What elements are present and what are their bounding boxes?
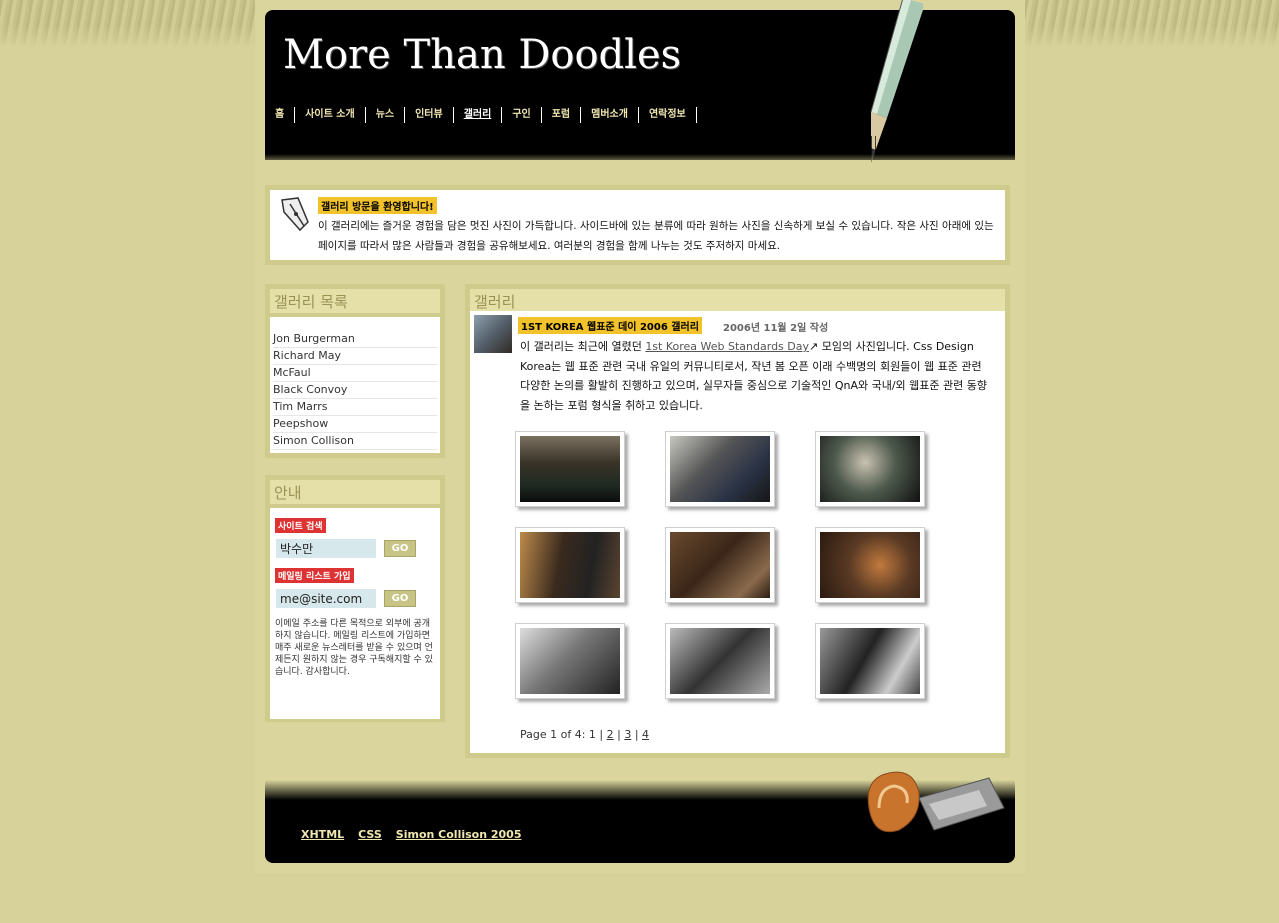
post-title: 1ST KOREA 웹표준 데이 2006 갤러리 xyxy=(518,317,702,334)
gallery-list-item[interactable]: Jon Burgerman xyxy=(273,331,437,348)
avatar xyxy=(474,315,512,353)
intro-text: 이 갤러리에는 즐거운 경험을 담은 멋진 사진이 가득합니다. 사이드바에 있… xyxy=(318,220,994,252)
page-link-3[interactable]: 3 xyxy=(624,728,631,741)
footer-link-xhtml[interactable]: XHTML xyxy=(301,828,344,841)
nav-item-forum[interactable]: 포럼 xyxy=(542,107,582,123)
nav-item-home[interactable]: 홈 xyxy=(273,107,296,123)
pen-nib-icon xyxy=(281,197,309,232)
nav-item-gallery[interactable]: 갤러리 xyxy=(454,107,503,123)
gallery-list-box: 갤러리 목록 Jon Burgerman Richard May McFaul … xyxy=(265,284,445,458)
photo-thumbnail[interactable] xyxy=(515,623,625,699)
info-body: 사이트 검색 GO 메일링 리스트 가입 GO 이메일 주소를 다른 목적으로 … xyxy=(270,508,440,719)
pagination: Page 1 of 4: 1 | 2 | 3 | 4 xyxy=(520,728,650,741)
photo-thumbnail[interactable] xyxy=(515,527,625,603)
pager-text: Page 1 of 4: 1 | xyxy=(520,728,604,741)
email-row: GO xyxy=(276,589,435,608)
external-link-icon: ↗ xyxy=(809,340,819,353)
site-logo[interactable]: More Than Doodles xyxy=(283,32,681,78)
footer-link-credit[interactable]: Simon Collison 2005 xyxy=(396,828,522,841)
nav-item-interview[interactable]: 인터뷰 xyxy=(405,107,454,123)
nav-item-contact[interactable]: 연락정보 xyxy=(639,107,697,123)
gallery-heading: 갤러리 xyxy=(470,289,1005,311)
photo-thumbnail[interactable] xyxy=(665,527,775,603)
gallery-list-item[interactable]: Simon Collison xyxy=(273,433,437,450)
footer: XHTML CSS Simon Collison 2005 xyxy=(265,771,1015,863)
gallery-list-heading: 갤러리 목록 xyxy=(270,289,440,313)
info-heading: 안내 xyxy=(270,480,440,504)
gallery-list-item[interactable]: Richard May xyxy=(273,348,437,365)
photo-thumbnail[interactable] xyxy=(665,623,775,699)
photo-thumbnail[interactable] xyxy=(665,431,775,507)
gallery-body: 1ST KOREA 웹표준 데이 2006 갤러리 2006년 11월 2일 작… xyxy=(470,311,1005,753)
photo-thumbnail[interactable] xyxy=(815,527,925,603)
nav-item-news[interactable]: 뉴스 xyxy=(366,107,406,123)
footer-links: XHTML CSS Simon Collison 2005 xyxy=(301,828,522,841)
gallery-list-item[interactable]: Black Convoy xyxy=(273,382,437,399)
search-row: GO xyxy=(276,539,435,558)
email-go-button[interactable]: GO xyxy=(384,590,416,607)
photo-thumbnail[interactable] xyxy=(815,431,925,507)
mailing-note: 이메일 주소를 다른 목적으로 외부에 공개하지 않습니다. 메일링 리스트에 … xyxy=(275,619,433,677)
nav-item-about[interactable]: 사이트 소개 xyxy=(295,107,366,123)
gallery-list-item[interactable]: Tim Marrs xyxy=(273,399,437,416)
search-label: 사이트 검색 xyxy=(275,518,326,533)
mailing-list-label: 메일링 리스트 가입 xyxy=(275,568,354,583)
nav-item-members[interactable]: 멤버소개 xyxy=(581,107,639,123)
post-date: 2006년 11월 2일 작성 xyxy=(723,323,829,334)
header-grunge-fade xyxy=(265,154,1015,168)
intro-box: 갤러리 방문을 환영합니다! 이 갤러리에는 즐거운 경험을 담은 멋진 사진이… xyxy=(265,185,1010,265)
info-box: 안내 사이트 검색 GO 메일링 리스트 가입 GO 이메일 주소를 다른 목적… xyxy=(265,475,445,722)
email-field[interactable] xyxy=(276,589,376,608)
post-text-part: 이 갤러리는 최근에 열렸던 xyxy=(520,340,646,353)
gallery-list-body: Jon Burgerman Richard May McFaul Black C… xyxy=(270,317,440,453)
gallery-list: Jon Burgerman Richard May McFaul Black C… xyxy=(270,317,440,458)
search-go-button[interactable]: GO xyxy=(384,540,416,557)
nav-item-jobs[interactable]: 구인 xyxy=(502,107,542,123)
web-standards-day-link[interactable]: 1st Korea Web Standards Day xyxy=(645,340,809,353)
page-link-2[interactable]: 2 xyxy=(607,728,614,741)
main-nav: 홈 사이트 소개 뉴스 인터뷰 갤러리 구인 포럼 멤버소개 연락정보 xyxy=(273,107,697,123)
footer-link-css[interactable]: CSS xyxy=(358,828,382,841)
photo-thumbnail[interactable] xyxy=(515,431,625,507)
intro-title: 갤러리 방문을 환영합니다! xyxy=(318,197,437,214)
gallery-main-box: 갤러리 1ST KOREA 웹표준 데이 2006 갤러리 2006년 11월 … xyxy=(465,284,1010,758)
search-input[interactable] xyxy=(276,539,376,558)
post-text: 이 갤러리는 최근에 열렸던 1st Korea Web Standards D… xyxy=(520,337,995,415)
sharpener-illustration xyxy=(867,771,1005,833)
photo-thumbnail[interactable] xyxy=(815,623,925,699)
header: More Than Doodles 홈 사이트 소개 뉴스 인터뷰 갤러리 구인… xyxy=(265,0,1015,168)
gallery-list-item[interactable]: McFaul xyxy=(273,365,437,382)
gallery-list-item[interactable]: Peepshow xyxy=(273,416,437,433)
page-link-4[interactable]: 4 xyxy=(642,728,649,741)
